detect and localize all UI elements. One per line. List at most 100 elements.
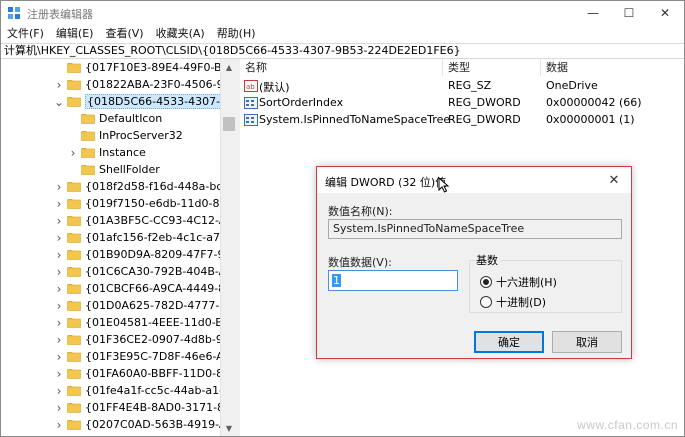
tree-item-label: {0207C0AD-563B-4919-A967- [85, 418, 220, 431]
value-row[interactable]: SortOrderIndex REG_DWORD 0x00000042 (66) [240, 95, 684, 112]
tree-item-label: {01F36CE2-0907-4d8b-979D- [85, 333, 220, 346]
expand-chevron-icon[interactable]: › [53, 367, 65, 381]
value-row[interactable]: ab (默认) REG_SZ OneDrive [240, 78, 684, 95]
dialog-close-button[interactable]: ✕ [605, 171, 623, 189]
tree-item-label: {01fe4a1f-cc5c-44ab-a1e6-cfl [85, 384, 220, 397]
tree-item[interactable]: › {01A3BF5C-CC93-4C12-A4C3- [53, 212, 220, 229]
tree-item-label: {01CBCF66-A9CA-4449-84DE- [85, 282, 220, 295]
value-data-text: 1 [332, 274, 341, 287]
tree-item-label: {01afc156-f2eb-4c1c-a722-85 [85, 231, 220, 244]
folder-icon [67, 403, 81, 413]
tree-item[interactable]: › {01F36CE2-0907-4d8b-979D- [53, 331, 220, 348]
expand-chevron-icon[interactable]: › [53, 78, 65, 92]
registry-tree[interactable]: {017F10E3-89E4-49F0-B545-6 › {01822ABA-23F… [1, 59, 220, 436]
expand-chevron-icon[interactable]: › [53, 418, 65, 432]
folder-icon [81, 114, 95, 124]
expand-chevron-icon[interactable]: › [53, 401, 65, 415]
expand-chevron-icon[interactable]: › [53, 180, 65, 194]
tree-item-label: {01FF4E4B-8AD0-3171-8C82- [85, 401, 220, 414]
folder-icon [67, 352, 81, 362]
binary-value-icon [244, 114, 258, 126]
tree-item[interactable]: › {01D0A625-782D-4777-8D4E- [53, 297, 220, 314]
menu-help[interactable]: 帮助(H) [211, 25, 262, 43]
expand-chevron-icon[interactable]: › [53, 350, 65, 364]
column-header-name[interactable]: 名称 [240, 59, 443, 76]
menu-file[interactable]: 文件(F) [1, 25, 50, 43]
folder-icon [67, 80, 81, 90]
collapse-chevron-icon[interactable]: ⌄ [53, 95, 65, 109]
value-data: OneDrive [546, 79, 598, 92]
tree-item[interactable]: › {01afc156-f2eb-4c1c-a722-85 [53, 229, 220, 246]
menu-favorites[interactable]: 收藏夹(A) [150, 25, 211, 43]
ok-button[interactable]: 确定 [474, 331, 544, 353]
value-type: REG_SZ [448, 79, 492, 92]
radio-decimal-label: 十进制(D) [496, 295, 547, 309]
cancel-button[interactable]: 取消 [552, 331, 622, 353]
tree-item-label: {019f7150-e6db-11d0-83c3-0 [85, 197, 220, 210]
tree-item[interactable]: › {01CBCF66-A9CA-4449-84DE- [53, 280, 220, 297]
expand-chevron-icon[interactable]: › [53, 265, 65, 279]
maximize-button[interactable]: ☐ [612, 1, 646, 25]
folder-icon [67, 250, 81, 260]
expand-chevron-icon[interactable]: › [53, 384, 65, 398]
value-row[interactable]: System.IsPinnedToNameSpaceTree REG_DWORD… [240, 112, 684, 129]
expand-chevron-icon[interactable]: › [53, 299, 65, 313]
expand-chevron-icon[interactable]: › [53, 231, 65, 245]
address-bar[interactable]: 计算机\HKEY_CLASSES_ROOT\CLSID\{018D5C66-45… [1, 43, 684, 59]
minimize-button[interactable]: — [576, 1, 610, 25]
radio-unchecked-icon[interactable] [480, 295, 492, 308]
expand-chevron-icon[interactable]: › [67, 146, 79, 160]
menu-view[interactable]: 查看(V) [99, 25, 149, 43]
value-name-label: 数值名称(N): [328, 205, 393, 218]
tree-item[interactable]: › {01B90D9A-8209-47F7-9C52- [53, 246, 220, 263]
value-data-input[interactable]: 1 [328, 270, 458, 291]
tree-item[interactable]: ShellFolder [67, 161, 160, 178]
tree-item-label: InProcServer32 [99, 129, 183, 142]
expand-chevron-icon[interactable]: › [53, 248, 65, 262]
tree-item-label: {01E04581-4EEE-11d0-BFE9-0 [85, 316, 220, 329]
tree-item[interactable]: › {01fe4a1f-cc5c-44ab-a1e6-cfl [53, 382, 220, 399]
tree-item[interactable]: › {01C6CA30-792B-404B-A5C2- [53, 263, 220, 280]
radio-checked-icon[interactable] [480, 275, 492, 288]
expand-chevron-icon[interactable]: › [53, 197, 65, 211]
value-name-field: System.IsPinnedToNameSpaceTree [328, 219, 622, 239]
expand-chevron-icon[interactable]: › [53, 333, 65, 347]
expand-chevron-icon[interactable]: › [53, 435, 65, 437]
scrollbar-thumb[interactable] [223, 117, 235, 131]
tree-item[interactable]: › {01E04581-4EEE-11d0-BFE9-0 [53, 314, 220, 331]
column-header-data[interactable]: 数据 [541, 59, 684, 76]
tree-item-label: ShellFolder [99, 163, 160, 176]
tree-scrollbar[interactable]: ▲ ▼ [220, 59, 237, 436]
tree-item[interactable]: › {01FA60A0-BBFF-11D0-8825- [53, 365, 220, 382]
expand-chevron-icon[interactable]: › [53, 214, 65, 228]
maximize-icon: ☐ [623, 6, 635, 20]
tree-item[interactable]: InProcServer32 [67, 127, 183, 144]
menu-edit[interactable]: 编辑(E) [50, 25, 100, 43]
close-button[interactable]: ✕ [648, 1, 682, 25]
tree-item-label: {021003e9-aac0-4975-979f-1 [85, 435, 220, 436]
expand-chevron-icon[interactable]: › [53, 282, 65, 296]
tree-item[interactable]: › {01F3E95C-7D8F-46e6-A408- [53, 348, 220, 365]
tree-item[interactable]: › {01822ABA-23F0-4506-9BBC- [53, 76, 220, 93]
folder-icon [67, 420, 81, 430]
menu-bar: 文件(F) 编辑(E) 查看(V) 收藏夹(A) 帮助(H) [1, 25, 684, 43]
tree-item[interactable]: › {0207C0AD-563B-4919-A967- [53, 416, 220, 433]
tree-item[interactable]: {017F10E3-89E4-49F0-B545-6 [53, 59, 220, 76]
tree-item[interactable]: › {021003e9-aac0-4975-979f-1 [53, 433, 220, 437]
expand-chevron-icon[interactable]: › [53, 316, 65, 330]
value-data: 0x00000001 (1) [546, 113, 635, 126]
folder-icon [67, 97, 81, 107]
radio-decimal[interactable]: 十进制(D) [480, 294, 546, 309]
tree-item[interactable]: ⌄ {018D5C66-4533-4307-9B53-2 [53, 93, 220, 110]
tree-item[interactable]: › Instance [67, 144, 146, 161]
scroll-up-icon[interactable]: ▲ [221, 59, 237, 75]
scroll-down-icon[interactable]: ▼ [221, 420, 237, 436]
column-header-type[interactable]: 类型 [443, 59, 541, 76]
tree-item[interactable]: › {018f2d58-f16d-448a-bd87-2 [53, 178, 220, 195]
tree-item-label: {01F3E95C-7D8F-46e6-A408- [85, 350, 220, 363]
tree-item[interactable]: › {019f7150-e6db-11d0-83c3-0 [53, 195, 220, 212]
radio-hexadecimal[interactable]: 十六进制(H) [480, 274, 557, 289]
binary-value-icon [244, 97, 258, 109]
tree-item[interactable]: › {01FF4E4B-8AD0-3171-8C82- [53, 399, 220, 416]
tree-item[interactable]: DefaultIcon [67, 110, 162, 127]
